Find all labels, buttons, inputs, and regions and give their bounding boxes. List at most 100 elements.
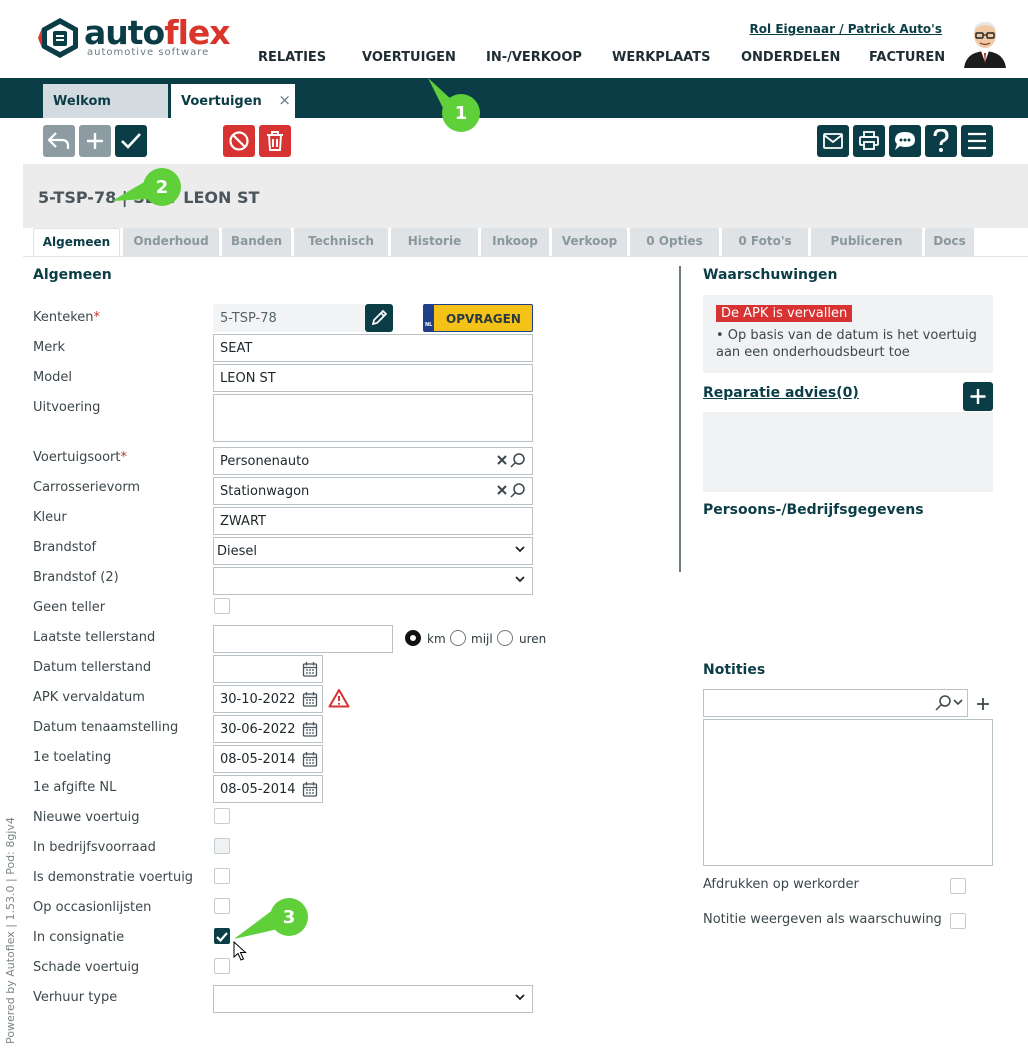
tab-fotos[interactable]: 0 Foto's: [722, 228, 808, 256]
undo-button[interactable]: [43, 125, 75, 157]
toelating-field[interactable]: 08-05-2014: [213, 745, 323, 773]
menu-button[interactable]: [961, 125, 993, 157]
nieuw-label: Nieuwe voertuig: [33, 810, 140, 825]
add-note-icon[interactable]: [975, 696, 991, 712]
nav-facturen[interactable]: FACTUREN: [869, 50, 949, 65]
unit-uren-radio[interactable]: [497, 630, 513, 646]
brandstof2-select[interactable]: [213, 567, 533, 595]
brandstof-select[interactable]: Diesel: [213, 537, 533, 565]
nav-werkplaats[interactable]: WERKPLAATS: [612, 50, 741, 65]
save-button[interactable]: [115, 125, 147, 157]
merk-field[interactable]: SEAT: [213, 334, 533, 362]
subtab-divider: [23, 256, 1028, 257]
tellerstand-field[interactable]: [213, 625, 393, 653]
cancel-button[interactable]: [223, 125, 255, 157]
unit-mijl-label: mijl: [471, 632, 493, 646]
calendar-icon[interactable]: [302, 721, 318, 737]
window-tab-welkom[interactable]: Welkom: [43, 84, 168, 118]
tab-docs[interactable]: Docs: [925, 228, 974, 256]
chat-button[interactable]: [889, 125, 921, 157]
nav-in-verkoop[interactable]: IN-/VERKOOP: [486, 50, 612, 65]
kenteken-field[interactable]: 5-TSP-78: [213, 304, 365, 332]
close-icon[interactable]: ×: [278, 91, 291, 109]
calendar-icon[interactable]: [302, 661, 318, 677]
unit-km-radio[interactable]: [405, 630, 421, 646]
opvragen-button[interactable]: NL OPVRAGEN: [423, 304, 533, 332]
section-algemeen: Algemeen: [33, 267, 112, 283]
tab-inkoop[interactable]: Inkoop: [481, 228, 549, 256]
schade-checkbox[interactable]: [214, 958, 230, 974]
tab-banden[interactable]: Banden: [222, 228, 291, 256]
clear-search-icon[interactable]: [495, 452, 529, 470]
add-button[interactable]: [79, 125, 111, 157]
verhuur-select[interactable]: [213, 985, 533, 1013]
note-warning-checkbox[interactable]: [950, 913, 966, 929]
tenaam-field[interactable]: 30-06-2022: [213, 715, 323, 743]
callout-marker-2: 2: [143, 168, 181, 206]
geen-teller-label: Geen teller: [33, 600, 106, 615]
model-label: Model: [33, 370, 73, 385]
voorraad-checkbox[interactable]: [214, 838, 230, 854]
window-tab-voertuigen[interactable]: Voertuigen ×: [171, 84, 295, 118]
help-button[interactable]: [925, 125, 957, 157]
notes-search-input[interactable]: [703, 689, 968, 717]
print-werkorder-checkbox[interactable]: [950, 878, 966, 894]
occasion-label: Op occasionlijsten: [33, 900, 152, 915]
notes-textarea[interactable]: [703, 719, 993, 866]
calendar-icon[interactable]: [302, 751, 318, 767]
unit-mijl-radio[interactable]: [450, 630, 466, 646]
nl-plate-icon: NL: [424, 305, 434, 331]
tab-algemeen[interactable]: Algemeen: [33, 228, 120, 256]
kleur-field[interactable]: ZWART: [213, 507, 533, 535]
chat-icon: [895, 132, 915, 150]
user-avatar[interactable]: [962, 18, 1008, 68]
print-button[interactable]: [853, 125, 885, 157]
voertuigsoort-label: Voertuigsoort*: [33, 450, 128, 465]
undo-icon: [47, 132, 70, 149]
reparatie-advies-link[interactable]: Reparatie advies(0): [703, 385, 859, 401]
carrosserie-field[interactable]: Stationwagon: [213, 477, 533, 505]
apk-field[interactable]: 30-10-2022: [213, 685, 323, 713]
model-field[interactable]: LEON ST: [213, 364, 533, 392]
tab-verkoop[interactable]: Verkoop: [552, 228, 627, 256]
add-reparatie-button[interactable]: [963, 382, 993, 411]
laatste-teller-label: Laatste tellerstand: [33, 630, 156, 645]
nieuw-checkbox[interactable]: [214, 808, 230, 824]
note-warning-label: Notitie weergeven als waarschuwing: [703, 912, 942, 927]
geen-teller-checkbox[interactable]: [214, 598, 230, 614]
demo-label: Is demonstratie voertuig: [33, 870, 194, 885]
demo-checkbox[interactable]: [214, 868, 230, 884]
uitvoering-field[interactable]: [213, 394, 533, 442]
tab-opties[interactable]: 0 Opties: [630, 228, 719, 256]
search-icon[interactable]: [934, 695, 964, 711]
datum-teller-field[interactable]: [213, 655, 323, 683]
edit-kenteken-button[interactable]: [365, 304, 393, 332]
section-notities: Notities: [703, 662, 766, 678]
user-account-link[interactable]: Rol Eigenaar / Patrick Auto's: [750, 22, 942, 36]
voertuigsoort-value: Personenauto: [220, 454, 310, 469]
nav-voertuigen[interactable]: VOERTUIGEN: [362, 50, 486, 65]
occasion-checkbox[interactable]: [214, 898, 230, 914]
question-icon: [933, 129, 949, 152]
afgifte-field[interactable]: 08-05-2014: [213, 775, 323, 803]
autoflex-logo[interactable]: autoflex automotive software: [38, 14, 231, 64]
tab-historie[interactable]: Historie: [391, 228, 478, 256]
calendar-icon[interactable]: [302, 781, 318, 797]
tab-technisch[interactable]: Technisch: [294, 228, 388, 256]
calendar-icon[interactable]: [302, 691, 318, 707]
warning-icon: [328, 689, 350, 708]
email-button[interactable]: [817, 125, 849, 157]
carrosserie-label: Carrosserievorm: [33, 480, 141, 495]
nav-onderdelen[interactable]: ONDERDELEN: [741, 50, 869, 65]
nav-relaties[interactable]: RELATIES: [258, 50, 362, 65]
voertuigsoort-field[interactable]: Personenauto: [213, 447, 533, 475]
tab-publiceren[interactable]: Publiceren: [811, 228, 922, 256]
clear-search-icon[interactable]: [495, 482, 529, 500]
print-werkorder-label: Afdrukken op werkorder: [703, 877, 859, 892]
delete-button[interactable]: [259, 125, 291, 157]
prohibit-icon: [229, 131, 249, 151]
consignatie-label: In consignatie: [33, 930, 125, 945]
consignatie-checkbox[interactable]: [214, 928, 230, 944]
toelating-label: 1e toelating: [33, 750, 112, 765]
tab-onderhoud[interactable]: Onderhoud: [123, 228, 219, 256]
